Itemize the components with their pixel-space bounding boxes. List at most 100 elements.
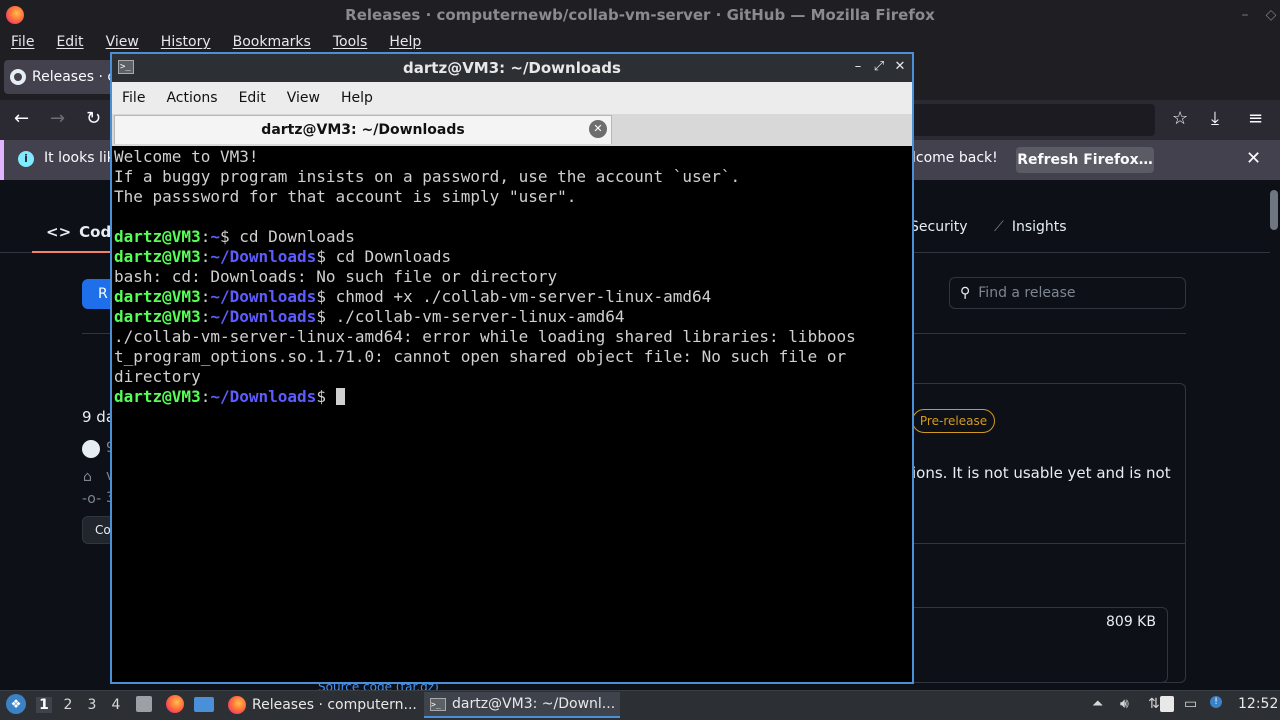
tab-label: Releases · c xyxy=(32,69,116,85)
github-icon xyxy=(10,69,26,85)
prompt-sep: : xyxy=(200,287,211,306)
terminal-title: dartz@VM3: ~/Downloads xyxy=(403,59,621,77)
term-menu-edit[interactable]: Edit xyxy=(231,90,274,106)
prompt-sep: : xyxy=(200,247,211,266)
prompt-sep: : xyxy=(200,387,211,406)
minimize-icon[interactable]: – xyxy=(849,58,867,76)
app-menu-icon[interactable]: ≡ xyxy=(1248,108,1263,129)
release-description: ions. It is not usable yet and is not xyxy=(912,464,1171,482)
term-menu-help[interactable]: Help xyxy=(333,90,381,106)
firefox-launcher-icon[interactable] xyxy=(166,695,184,713)
tray-arrow-icon[interactable]: ⏶ xyxy=(1092,696,1103,712)
close-icon[interactable]: ✕ xyxy=(891,58,909,76)
terminal-icon: >_ xyxy=(430,697,446,711)
taskbar xyxy=(0,690,1280,720)
forward-icon[interactable]: → xyxy=(50,108,65,129)
task-terminal[interactable]: >_ dartz@VM3: ~/Downl... xyxy=(424,692,620,718)
tag-icon: ⌂ xyxy=(83,469,92,485)
file-manager-icon[interactable] xyxy=(136,696,152,712)
prompt-path: ~/Downloads xyxy=(210,387,317,406)
find-release-input[interactable]: ⚲ Find a release xyxy=(949,277,1186,309)
minimize-icon[interactable]: – xyxy=(1236,6,1254,24)
tab-code[interactable]: <> Code xyxy=(32,212,121,253)
network-icon[interactable]: ⇅ xyxy=(1148,696,1160,712)
terminal-tab[interactable]: dartz@VM3: ~/Downloads xyxy=(114,115,612,144)
back-icon[interactable]: ← xyxy=(14,108,29,129)
menu-tools[interactable]: Tools xyxy=(322,34,379,50)
scrollbar[interactable] xyxy=(1270,190,1278,230)
menu-bookmarks[interactable]: Bookmarks xyxy=(222,34,322,50)
monitor-icon[interactable]: ▭ xyxy=(1184,696,1197,712)
prompt-user: dartz@VM3 xyxy=(114,227,201,246)
graph-icon: ⟋ xyxy=(994,219,1004,235)
terminal-line: dartz@VM3:~/Downloads$ chmod +x ./collab… xyxy=(114,287,910,307)
firefox-title-text: Releases · computernewb/collab-vm-server… xyxy=(345,6,935,24)
terminal-icon[interactable]: >_ xyxy=(118,60,134,74)
downloads-icon[interactable]: ⤓ xyxy=(1211,108,1219,129)
firefox-logo-icon xyxy=(6,6,24,24)
menu-help[interactable]: Help xyxy=(378,34,432,50)
task-firefox[interactable]: Releases · computern... xyxy=(222,692,418,718)
clipboard-icon[interactable] xyxy=(1160,696,1174,712)
term-menu-actions[interactable]: Actions xyxy=(158,90,225,106)
terminal-line: dartz@VM3:~/Downloads$ cd Downloads xyxy=(114,247,910,267)
menu-file[interactable]: File xyxy=(0,34,45,50)
maximize-icon[interactable]: ◇ xyxy=(1262,6,1280,24)
close-icon[interactable]: ✕ xyxy=(1246,148,1261,169)
refresh-firefox-button[interactable]: Refresh Firefox… xyxy=(1016,147,1154,173)
terminal-line: Welcome to VM3! xyxy=(114,147,259,166)
terminal-window: dartz@VM3: ~/Downloads >_ – ⤢ ✕ File Act… xyxy=(110,52,914,684)
search-icon: ⚲ xyxy=(960,285,971,301)
prompt-sep: : xyxy=(200,227,211,246)
terminal-line: If a buggy program insists on a password… xyxy=(114,167,741,186)
tab-insights-label: Insights xyxy=(1011,219,1067,235)
prompt-path: ~/Downloads xyxy=(210,247,317,266)
command-text: $ xyxy=(316,387,336,406)
terminal-line: dartz@VM3:~/Downloads$ ./collab-vm-serve… xyxy=(114,307,910,327)
terminal-output[interactable]: Welcome to VM3! If a buggy program insist… xyxy=(114,147,910,682)
tab-security[interactable]: Security xyxy=(910,219,968,235)
url-bar[interactable] xyxy=(905,104,1155,136)
command-text: $ cd Downloads xyxy=(316,247,452,266)
firefox-window-title: Releases · computernewb/collab-vm-server… xyxy=(0,0,1280,30)
prompt-user: dartz@VM3 xyxy=(114,307,201,326)
term-menu-file[interactable]: File xyxy=(114,90,153,106)
terminal-titlebar[interactable]: dartz@VM3: ~/Downloads xyxy=(112,54,912,82)
term-menu-view[interactable]: View xyxy=(279,90,328,106)
firefox-menubar: File Edit View History Bookmarks Tools H… xyxy=(0,30,1280,54)
command-text: $ cd Downloads xyxy=(219,227,355,246)
asset-size: 809 KB xyxy=(1106,614,1156,630)
menu-view[interactable]: View xyxy=(95,34,150,50)
reload-icon[interactable]: ↻ xyxy=(86,108,101,129)
workspace-2[interactable]: 2 xyxy=(60,697,76,713)
maximize-icon[interactable]: ⤢ xyxy=(870,58,888,76)
prompt-user: dartz@VM3 xyxy=(114,387,201,406)
github-avatar-icon xyxy=(82,440,100,458)
terminal-tab-title: dartz@VM3: ~/Downloads xyxy=(261,122,465,138)
tab-insights[interactable]: ⟋ Insights xyxy=(994,219,1067,235)
command-text: $ ./collab-vm-server-linux-amd64 xyxy=(316,307,625,326)
workspace-1[interactable]: 1 xyxy=(36,697,52,713)
terminal-line: dartz@VM3:~$ cd Downloads xyxy=(114,227,910,247)
prompt-path: ~/Downloads xyxy=(210,287,317,306)
menu-edit[interactable]: Edit xyxy=(45,34,94,50)
terminal-line: dartz@VM3:~/Downloads$ xyxy=(114,387,910,407)
search-placeholder: Find a release xyxy=(978,285,1076,301)
close-tab-icon[interactable]: ✕ xyxy=(589,120,607,138)
bookmark-star-icon[interactable]: ☆ xyxy=(1172,108,1188,129)
terminal-line: directory xyxy=(114,367,201,386)
prompt-user: dartz@VM3 xyxy=(114,247,201,266)
workspace-3[interactable]: 3 xyxy=(84,697,100,713)
workspace-4[interactable]: 4 xyxy=(108,697,124,713)
terminal-line: bash: cd: Downloads: No such file or dir… xyxy=(114,267,558,286)
task-terminal-label: dartz@VM3: ~/Downl... xyxy=(452,696,616,712)
terminal-line: t_program_options.so.1.71.0: cannot open… xyxy=(114,347,847,366)
firefox-tab-releases[interactable]: Releases · c xyxy=(4,60,124,94)
show-desktop-icon[interactable] xyxy=(194,697,214,712)
menu-history[interactable]: History xyxy=(150,34,222,50)
notification-icon[interactable]: ! xyxy=(1210,696,1222,708)
notification-text: It looks lik xyxy=(44,150,115,166)
volume-icon[interactable]: 🔊︎ xyxy=(1120,696,1129,712)
start-menu-icon[interactable]: ❖ xyxy=(6,694,26,714)
prompt-sep: : xyxy=(200,307,211,326)
